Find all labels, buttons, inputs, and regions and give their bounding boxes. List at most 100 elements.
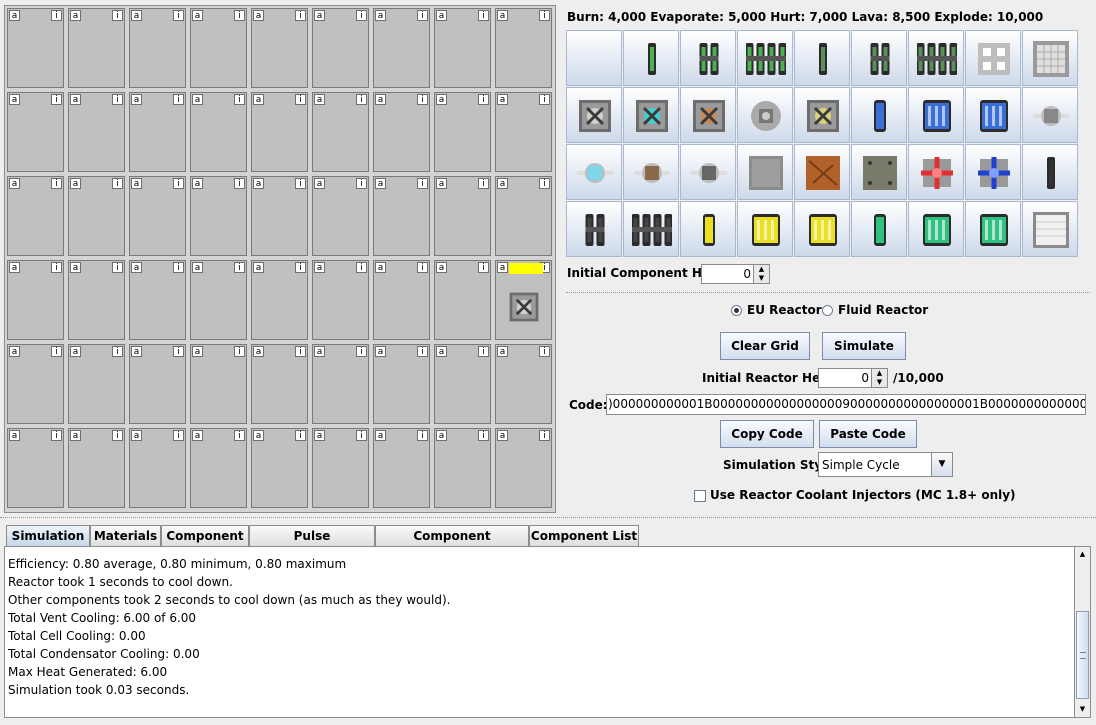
- cell-automation-button[interactable]: a: [253, 10, 264, 21]
- palette-advanced-heat-vent[interactable]: [623, 87, 679, 143]
- tab-pulse-configuration[interactable]: Pulse Configuration: [249, 525, 375, 563]
- reactor-cell[interactable]: ai: [129, 344, 186, 424]
- cell-automation-button[interactable]: a: [131, 178, 142, 189]
- cell-info-button[interactable]: i: [112, 10, 123, 21]
- vertical-scrollbar[interactable]: ▲ ▼: [1074, 546, 1091, 718]
- cell-info-button[interactable]: i: [417, 10, 428, 21]
- reactor-cell[interactable]: ai: [129, 260, 186, 340]
- palette-thick-neutron-reflector[interactable]: [1022, 30, 1078, 86]
- reactor-cell[interactable]: ai: [190, 92, 247, 172]
- reactor-cell[interactable]: ai: [190, 176, 247, 256]
- cell-info-button[interactable]: i: [295, 178, 306, 189]
- reactor-cell[interactable]: ai: [190, 428, 247, 508]
- cell-automation-button[interactable]: a: [192, 178, 203, 189]
- palette-reactor-heat-vent[interactable]: [680, 87, 736, 143]
- spinner-down-icon[interactable]: ▼: [753, 274, 769, 283]
- palette-component-heat-exchanger[interactable]: [680, 144, 736, 200]
- reactor-cell[interactable]: ai: [251, 260, 308, 340]
- cell-automation-button[interactable]: a: [253, 94, 264, 105]
- cell-info-button[interactable]: i: [112, 430, 123, 441]
- reactor-cell[interactable]: ai: [251, 92, 308, 172]
- cell-automation-button[interactable]: a: [192, 346, 203, 357]
- cell-info-button[interactable]: i: [356, 94, 367, 105]
- paste-code-button[interactable]: Paste Code: [819, 420, 917, 448]
- cell-automation-button[interactable]: a: [497, 10, 508, 21]
- cell-automation-button[interactable]: a: [192, 94, 203, 105]
- cell-info-button[interactable]: i: [51, 10, 62, 21]
- initial-reactor-heat-spinner[interactable]: 0 ▲ ▼: [818, 368, 888, 388]
- reactor-cell[interactable]: ai: [312, 92, 369, 172]
- cell-info-button[interactable]: i: [173, 10, 184, 21]
- palette-quad-thorium-rod[interactable]: [623, 201, 679, 257]
- cell-info-button[interactable]: i: [295, 262, 306, 273]
- reactor-cell[interactable]: ai: [495, 428, 552, 508]
- cell-info-button[interactable]: i: [234, 94, 245, 105]
- palette-uranium-rod[interactable]: [623, 30, 679, 86]
- tab-component[interactable]: Component: [161, 525, 249, 546]
- cell-automation-button[interactable]: a: [9, 178, 20, 189]
- tab-materials[interactable]: Materials: [90, 525, 161, 546]
- reactor-cell[interactable]: ai: [495, 8, 552, 88]
- cell-info-button[interactable]: i: [173, 346, 184, 357]
- palette-mox-rod[interactable]: [794, 30, 850, 86]
- cell-info-button[interactable]: i: [234, 430, 245, 441]
- cell-info-button[interactable]: i: [417, 178, 428, 189]
- cell-automation-button[interactable]: a: [253, 262, 264, 273]
- coolant-injectors-checkbox[interactable]: [694, 490, 706, 502]
- tab-component-list[interactable]: Component List: [529, 525, 639, 546]
- cell-automation-button[interactable]: a: [497, 178, 508, 189]
- cell-info-button[interactable]: i: [356, 430, 367, 441]
- cell-info-button[interactable]: i: [112, 178, 123, 189]
- reactor-cell[interactable]: ai: [312, 428, 369, 508]
- cell-info-button[interactable]: i: [112, 262, 123, 273]
- reactor-cell[interactable]: ai: [190, 344, 247, 424]
- cell-info-button[interactable]: i: [112, 94, 123, 105]
- reactor-cell[interactable]: ai: [251, 8, 308, 88]
- cell-automation-button[interactable]: a: [70, 346, 81, 357]
- palette-helium-coolant-cell[interactable]: [680, 201, 736, 257]
- cell-info-button[interactable]: i: [417, 430, 428, 441]
- eu-reactor-radio[interactable]: [731, 305, 742, 316]
- cell-info-button[interactable]: i: [173, 178, 184, 189]
- cell-info-button[interactable]: i: [539, 430, 550, 441]
- palette-lzh-condensator[interactable]: [965, 144, 1021, 200]
- palette-containment-plating[interactable]: [794, 144, 850, 200]
- scroll-thumb[interactable]: [1076, 611, 1089, 699]
- palette-iridium-reflector[interactable]: [1022, 201, 1078, 257]
- cell-info-button[interactable]: i: [539, 10, 550, 21]
- reactor-cell[interactable]: ai: [373, 92, 430, 172]
- cell-automation-button[interactable]: a: [253, 430, 264, 441]
- cell-automation-button[interactable]: a: [375, 430, 386, 441]
- cell-info-button[interactable]: i: [51, 94, 62, 105]
- palette-heat-exchanger[interactable]: [1022, 87, 1078, 143]
- palette-heat-capacity-plating[interactable]: [851, 144, 907, 200]
- cell-automation-button[interactable]: a: [436, 346, 447, 357]
- tab-component-automation[interactable]: Component Automation: [375, 525, 529, 563]
- palette-nak-coolant-cell-180k[interactable]: [908, 201, 964, 257]
- cell-automation-button[interactable]: a: [436, 10, 447, 21]
- cell-info-button[interactable]: i: [51, 262, 62, 273]
- cell-automation-button[interactable]: a: [9, 430, 20, 441]
- cell-automation-button[interactable]: a: [70, 10, 81, 21]
- scroll-down-icon[interactable]: ▼: [1076, 703, 1089, 716]
- cell-automation-button[interactable]: a: [375, 178, 386, 189]
- reactor-cell[interactable]: ai: [7, 92, 64, 172]
- reactor-cell[interactable]: ai: [251, 428, 308, 508]
- palette-heat-vent[interactable]: [566, 87, 622, 143]
- cell-info-button[interactable]: i: [417, 94, 428, 105]
- cell-automation-button[interactable]: a: [192, 430, 203, 441]
- reactor-cell[interactable]: ai: [129, 92, 186, 172]
- palette-empty-slot[interactable]: [566, 30, 622, 86]
- palette-dual-mox-rod[interactable]: [851, 30, 907, 86]
- cell-automation-button[interactable]: a: [375, 262, 386, 273]
- cell-automation-button[interactable]: a: [314, 10, 325, 21]
- reactor-cell[interactable]: ai: [190, 8, 247, 88]
- reactor-cell[interactable]: ai: [251, 176, 308, 256]
- simulate-button[interactable]: Simulate: [822, 332, 906, 360]
- cell-automation-button[interactable]: a: [253, 178, 264, 189]
- cell-info-button[interactable]: i: [295, 346, 306, 357]
- reactor-cell[interactable]: ai: [68, 176, 125, 256]
- cell-automation-button[interactable]: a: [314, 430, 325, 441]
- palette-quad-mox-rod[interactable]: [908, 30, 964, 86]
- reactor-cell[interactable]: ai: [129, 8, 186, 88]
